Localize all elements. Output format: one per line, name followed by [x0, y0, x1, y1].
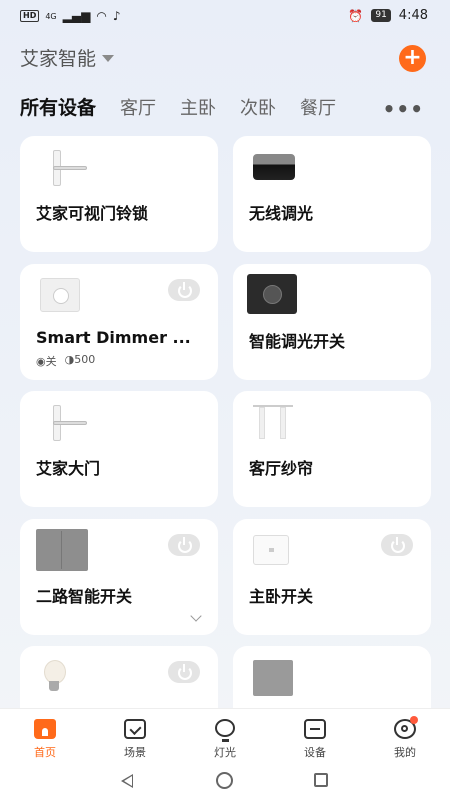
- device-card[interactable]: 艾家大门: [20, 391, 218, 507]
- tab-dining-room[interactable]: 餐厅: [300, 94, 336, 120]
- nav-label: 我的: [394, 746, 416, 759]
- nav-light[interactable]: 灯光: [180, 709, 270, 764]
- scene-icon: [124, 719, 146, 739]
- alarm-icon: ⏰: [348, 8, 364, 23]
- device-name: 无线调光: [249, 204, 314, 223]
- power-toggle-icon[interactable]: [168, 279, 200, 301]
- room-tabs: 所有设备 客厅 主卧 次卧 餐厅: [20, 93, 390, 123]
- nav-label: 场景: [124, 746, 146, 759]
- clock: 4:48: [398, 8, 428, 23]
- add-device-button[interactable]: +: [399, 45, 426, 72]
- nav-scene[interactable]: 场景: [90, 709, 180, 764]
- bottom-nav: 首页 场景 灯光 设备 我的: [0, 708, 450, 764]
- recent-apps-icon[interactable]: [314, 773, 328, 787]
- network-tag: HD: [20, 10, 40, 22]
- device-name: 艾家大门: [36, 459, 101, 478]
- back-icon[interactable]: [121, 774, 133, 788]
- smart-lock-icon: [40, 405, 88, 441]
- device-name: 二路智能开关: [36, 587, 133, 606]
- home-icon: [34, 719, 56, 739]
- power-toggle-icon[interactable]: [381, 534, 413, 556]
- device-icon: [304, 719, 326, 739]
- tab-master-bedroom[interactable]: 主卧: [180, 94, 216, 120]
- light-icon: [215, 719, 235, 742]
- power-toggle-icon[interactable]: [168, 534, 200, 556]
- home-selector[interactable]: 艾家智能: [20, 44, 115, 71]
- device-card[interactable]: 客厅纱帘: [233, 391, 431, 507]
- notification-dot: [410, 716, 418, 724]
- chevron-down-icon[interactable]: [190, 610, 202, 622]
- wifi-icon: ◠: [96, 9, 107, 23]
- signal-icon: ▂▄▆: [62, 9, 91, 23]
- knob-dimmer-icon: [247, 274, 297, 314]
- power-toggle-icon[interactable]: [168, 661, 200, 683]
- single-switch-icon: [253, 535, 289, 565]
- device-card[interactable]: Smart Dimmer ... ◉关 ◑500: [20, 264, 218, 380]
- signal-label: 4G: [45, 11, 57, 21]
- tab-all-devices[interactable]: 所有设备: [20, 93, 96, 120]
- device-name: 客厅纱帘: [249, 459, 314, 478]
- device-name: Smart Dimmer ...: [36, 328, 191, 347]
- device-name: 智能调光开关: [249, 332, 346, 351]
- more-tabs-button[interactable]: •••: [383, 97, 424, 121]
- nav-profile[interactable]: 我的: [360, 709, 450, 764]
- nav-label: 设备: [304, 746, 326, 759]
- device-card[interactable]: 主卧开关: [233, 519, 431, 635]
- tab-second-bedroom[interactable]: 次卧: [240, 94, 276, 120]
- nav-label: 首页: [34, 746, 56, 759]
- brightness-value: 500: [74, 353, 96, 366]
- device-name: 主卧开关: [249, 587, 314, 606]
- tab-living-room[interactable]: 客厅: [120, 94, 156, 120]
- nav-home[interactable]: 首页: [0, 709, 90, 764]
- dimmer-switch-icon: [40, 278, 80, 312]
- notification-icon: ♪: [112, 9, 121, 23]
- battery-icon: 91: [371, 9, 391, 22]
- device-card[interactable]: 二路智能开关: [20, 519, 218, 635]
- curtain-icon: [253, 405, 293, 441]
- smart-lock-icon: [40, 150, 88, 186]
- home-name: 艾家智能: [20, 48, 97, 70]
- eye-icon: ◉: [36, 355, 46, 368]
- two-gang-switch-icon: [36, 529, 88, 571]
- device-card[interactable]: 艾家可视门铃锁: [20, 136, 218, 252]
- plus-icon: +: [403, 45, 422, 70]
- panel-switch-icon: [253, 660, 293, 696]
- light-bulb-icon: [42, 660, 66, 698]
- device-name: 艾家可视门铃锁: [36, 204, 149, 223]
- caret-down-icon: [102, 55, 115, 62]
- device-card[interactable]: 无线调光: [233, 136, 431, 252]
- device-status: ◉关 ◑500: [36, 353, 95, 369]
- nav-device[interactable]: 设备: [270, 709, 360, 764]
- system-nav-bar: [0, 764, 450, 800]
- home-circle-icon[interactable]: [216, 772, 233, 789]
- device-card[interactable]: 智能调光开关: [233, 264, 431, 380]
- power-status: 关: [45, 355, 57, 368]
- nav-label: 灯光: [214, 746, 236, 759]
- dimmer-hub-icon: [253, 154, 295, 180]
- brightness-icon: ◑: [64, 353, 75, 366]
- status-bar: HD 4G ▂▄▆ ◠ ♪ ⏰ 91 4:48: [0, 0, 450, 34]
- profile-icon: [394, 716, 418, 739]
